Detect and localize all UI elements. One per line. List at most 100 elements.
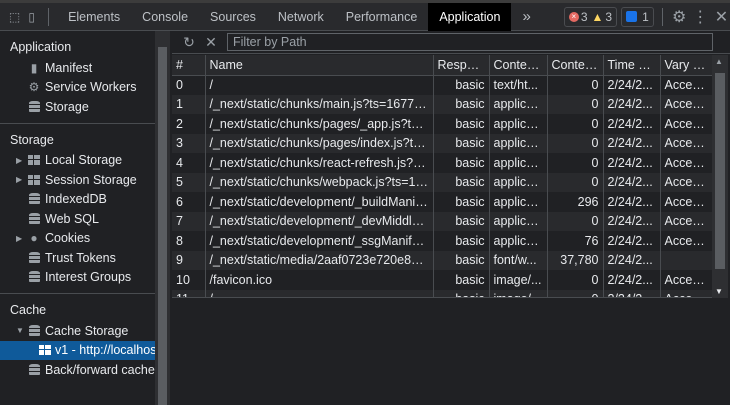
table-cell: 0 <box>546 153 603 173</box>
table-cell: basic <box>432 270 489 290</box>
table-row[interactable]: 3/_next/static/chunks/pages/index.js?ts=… <box>172 133 712 153</box>
table-cell: 2/24/2... <box>602 289 660 297</box>
table-row[interactable]: 11/...basicimage/...02/24/2...Accept-... <box>172 289 712 297</box>
sidebar-item-cookies[interactable]: ▶ ● Cookies <box>0 229 155 249</box>
table-cell: Accept-... <box>659 289 712 297</box>
sidebar-item-cache-storage[interactable]: ▼ Cache Storage <box>0 321 155 341</box>
inspect-element-icon[interactable]: ⬚ <box>6 3 23 31</box>
table-row[interactable]: 4 /_next/static/chunks/react-refresh.js?t… <box>172 153 712 173</box>
table-cell: 37,780 <box>546 250 603 270</box>
warning-count: 3 <box>605 9 613 24</box>
column-header[interactable]: Conten... <box>488 55 547 76</box>
database-icon <box>27 100 41 113</box>
table-cell: basic <box>432 289 489 297</box>
table-cell: 0 <box>546 270 603 290</box>
sidebar-item-manifest[interactable]: ▮ Manifest <box>0 58 155 78</box>
table-row[interactable]: 6 /_next/static/development/_buildManife.… <box>172 192 712 212</box>
table-cell: 2/24/2... <box>602 231 660 251</box>
gear-icon[interactable]: ⚙ <box>671 3 688 31</box>
error-icon: × <box>568 11 579 22</box>
sidebar-item-session-storage[interactable]: ▶ Session Storage <box>0 170 155 190</box>
message-icon <box>626 11 638 22</box>
table-row[interactable]: 2 /_next/static/chunks/pages/_app.js?ts=1… <box>172 114 712 134</box>
table-scrollbar[interactable]: ▲ ▼ <box>712 55 728 298</box>
column-header[interactable]: Vary He... <box>659 55 712 76</box>
sidebar-item-storage[interactable]: Storage <box>0 97 155 117</box>
tab-network[interactable]: Network <box>267 3 335 31</box>
more-options-icon[interactable]: ⋮ <box>692 3 709 31</box>
column-header[interactable]: Name <box>204 55 433 76</box>
table-cell: image/... <box>488 289 547 297</box>
table-cell: 2/24/2... <box>602 75 660 95</box>
filter-input[interactable] <box>227 33 713 51</box>
table-cell: /favicon.ico <box>204 270 433 290</box>
table-row[interactable]: 7/_next/static/development/_devMiddlew..… <box>172 211 712 231</box>
issues-badge[interactable]: × 3 ▲ 3 <box>563 6 618 27</box>
table-cell: /_next/static/chunks/webpack.js?ts=167..… <box>204 172 433 192</box>
table-cell: 0 <box>546 114 603 134</box>
table-row[interactable]: 0/basictext/ht...02/24/2...Accept-... <box>172 75 712 95</box>
table-cell: 2/24/2... <box>602 270 660 290</box>
sidebar-item-trust-tokens[interactable]: Trust Tokens <box>0 248 155 268</box>
tab-console[interactable]: Console <box>131 3 199 31</box>
sidebar-scrollbar[interactable] <box>155 31 170 405</box>
table-cell: Accept-... <box>659 75 712 95</box>
section-title: Cache <box>10 303 47 317</box>
sidebar-item-cache-v1[interactable]: v1 - http://localhost <box>0 340 155 360</box>
table-icon <box>39 344 51 356</box>
database-icon <box>27 363 41 376</box>
sidebar-item-web-sql[interactable]: Web SQL <box>0 209 155 229</box>
sidebar-section-cache: Cache ▼ Cache Storage v1 - http://localho… <box>0 294 155 386</box>
table-row[interactable]: 9/_next/static/media/2aaf0723e720e8b9...… <box>172 250 712 270</box>
table-cell: /_next/static/development/_ssgManifest..… <box>204 231 433 251</box>
close-icon[interactable]: ✕ <box>713 3 730 31</box>
scrollbar-thumb[interactable] <box>715 73 725 269</box>
clear-icon[interactable]: ✕ <box>200 34 222 51</box>
more-tabs-button[interactable]: » <box>511 3 541 31</box>
table-cell: image/... <box>488 270 547 290</box>
sidebar-item-interest-groups[interactable]: Interest Groups <box>0 268 155 288</box>
column-header[interactable]: Conten... <box>546 55 603 76</box>
table-cell: Accept-... <box>659 172 712 192</box>
tab-sources[interactable]: Sources <box>199 3 267 31</box>
table-row[interactable]: 10/favicon.ico basic image/... 0 2/24/2... Ac… <box>172 270 712 290</box>
table-cell: 8 <box>176 233 183 248</box>
collapse-arrow-icon[interactable]: ▼ <box>16 326 26 335</box>
table-cell: Accept-... <box>659 153 712 173</box>
table-cell: 2/24/2... <box>602 114 660 134</box>
scroll-up-arrow-icon[interactable]: ▲ <box>715 57 723 66</box>
column-header[interactable]: Respon... <box>432 55 489 76</box>
table-row[interactable]: 5/_next/static/chunks/webpack.js?ts=167.… <box>172 172 712 192</box>
table-row[interactable]: 8 /_next/static/development/_ssgManifest.… <box>172 231 712 251</box>
sidebar-item-indexeddb[interactable]: IndexedDB <box>0 190 155 210</box>
table-row[interactable]: 1/_next/static/chunks/main.js?ts=1677250… <box>172 94 712 114</box>
expand-arrow-icon[interactable]: ▶ <box>16 175 26 184</box>
table-cell: /_next/static/chunks/pages/index.js?ts=1… <box>204 133 433 153</box>
table-cell: 0 <box>546 211 603 231</box>
refresh-icon[interactable]: ↻ <box>178 34 200 51</box>
scroll-down-arrow-icon[interactable]: ▼ <box>715 287 723 296</box>
expand-arrow-icon[interactable]: ▶ <box>16 156 26 165</box>
table-cell: Accept-... <box>659 192 712 212</box>
table-cell: 296 <box>546 192 603 212</box>
table-cell: 7 <box>172 211 205 231</box>
table-cell: font/w... <box>488 250 547 270</box>
sidebar-item-service-workers[interactable]: ⚙ Service Workers <box>0 78 155 98</box>
tab-performance[interactable]: Performance <box>335 3 429 31</box>
sidebar-item-back-forward-cache[interactable]: Back/forward cache <box>0 360 155 380</box>
messages-badge[interactable]: 1 <box>621 6 654 27</box>
scrollbar-thumb[interactable] <box>158 47 167 405</box>
table-cell: Accept-... <box>659 211 712 231</box>
tab-application[interactable]: Application <box>428 2 512 31</box>
expand-arrow-icon[interactable]: ▶ <box>16 234 26 243</box>
sidebar-item-local-storage[interactable]: ▶ Local Storage <box>0 151 155 171</box>
tab-elements[interactable]: Elements <box>57 3 131 31</box>
column-header[interactable]: Time C... <box>602 55 660 76</box>
column-header[interactable]: # <box>172 55 205 76</box>
database-icon <box>27 271 41 284</box>
table-cell: 0 <box>546 289 603 297</box>
device-toolbar-icon[interactable]: ▯ <box>23 3 40 31</box>
table-cell: 4 <box>176 155 183 170</box>
database-icon <box>27 193 41 206</box>
table-cell: applica... <box>488 231 547 251</box>
